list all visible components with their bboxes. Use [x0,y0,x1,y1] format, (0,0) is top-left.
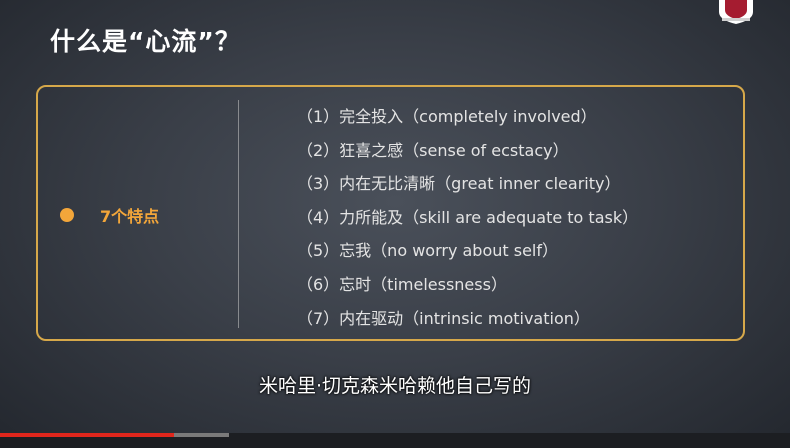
feature-item: （5）忘我（no worry about self） [297,241,559,261]
university-shield-icon [718,0,754,24]
slide-title: 什么是“心流”？ [50,27,241,56]
video-progress-bar[interactable] [0,433,790,448]
panel-divider [238,100,239,328]
category-label: 7个特点 [100,207,160,226]
feature-item: （6）忘时（timelessness） [297,274,507,294]
feature-item: （3）内在无比清晰（great inner clearity） [297,174,621,194]
feature-item: （7）内在驱动（intrinsic motivation） [297,308,590,328]
video-subtitle: 米哈里·切克森米哈赖他自己写的 [258,375,532,397]
feature-item: （1）完全投入（completely involved） [297,107,597,126]
progress-played [0,433,174,437]
feature-item: （4）力所能及（skill are adequate to task） [297,207,639,227]
bullet-dot-icon [60,208,74,222]
feature-list: （1）完全投入（completely involved） （2）狂喜之感（sen… [297,104,638,339]
feature-item: （2）狂喜之感（sense of ecstacy） [297,140,569,160]
